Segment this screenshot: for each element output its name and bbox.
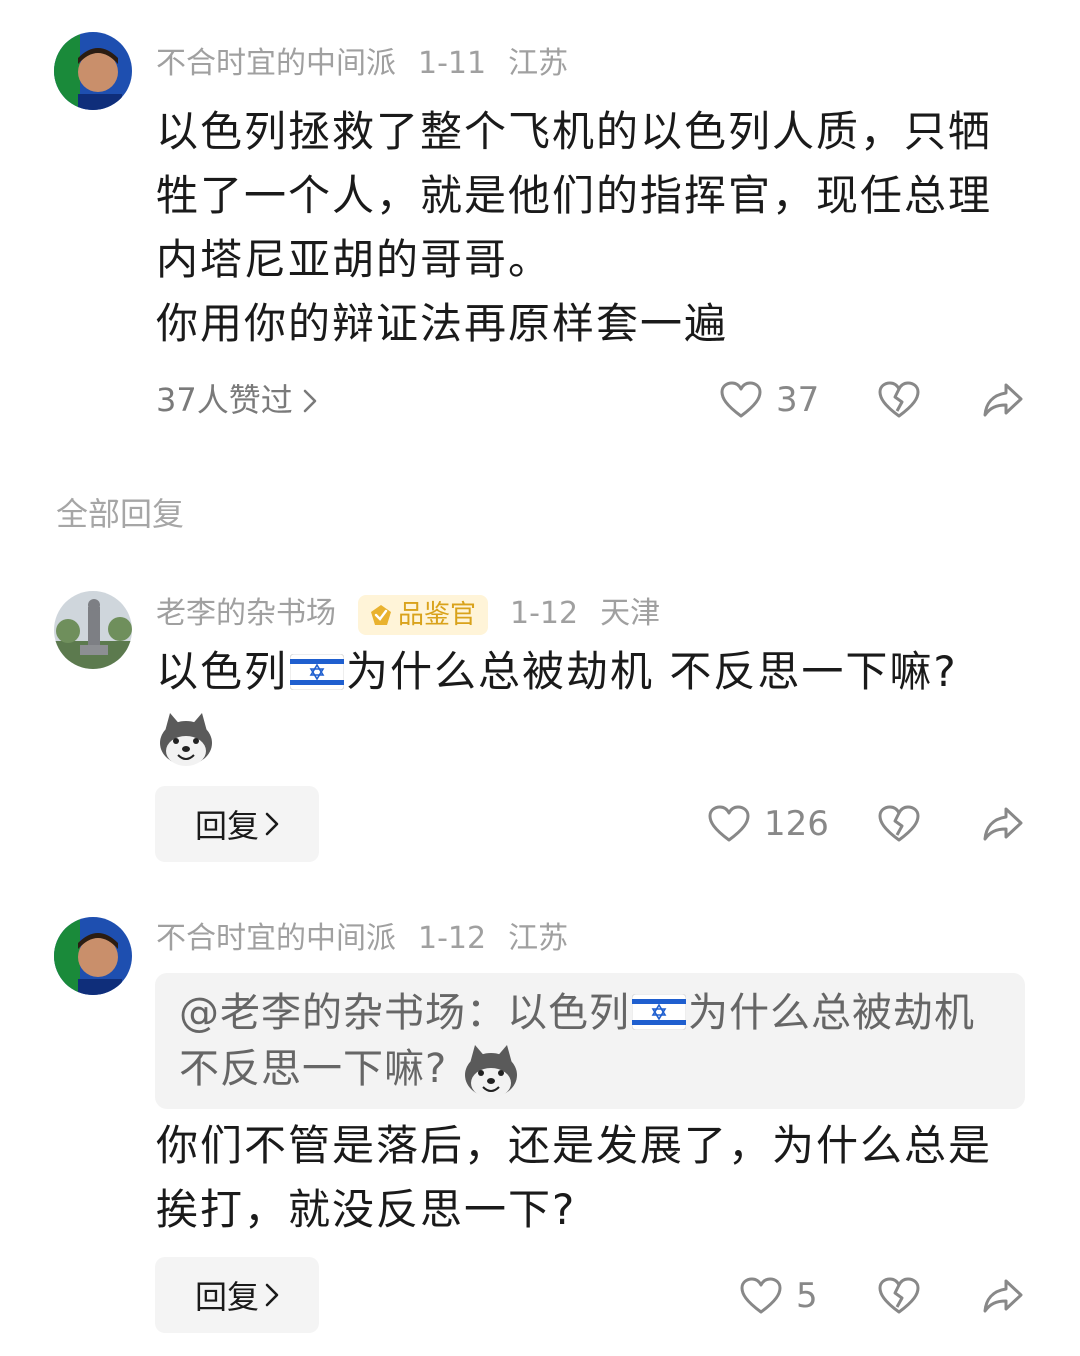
- reply-meta: 老李的杂书场 品鉴官 1-12 天津: [156, 594, 682, 635]
- comment-location: 天津: [600, 596, 661, 631]
- share-arrow-icon: [982, 1277, 1024, 1315]
- comment-text: 以色列拯救了整个飞机的以色列人质，只牺 牲了一个人，就是他们的指挥官，现任总理 …: [156, 100, 1016, 356]
- broken-heart-icon: [878, 805, 920, 843]
- reply-text-part: 为什么总被劫机 不反思一下嘛?: [346, 647, 958, 696]
- share-arrow-icon: [982, 381, 1024, 419]
- like-button[interactable]: 5: [740, 1274, 818, 1318]
- dislike-button[interactable]: [878, 1274, 920, 1318]
- broken-heart-icon: [878, 1277, 920, 1315]
- israel-flag-icon: [290, 654, 345, 690]
- share-button[interactable]: [982, 1274, 1024, 1318]
- likers-link[interactable]: 37人赞过: [156, 380, 317, 420]
- status-badge: 品鉴官: [358, 594, 489, 635]
- avatar[interactable]: [54, 32, 132, 110]
- share-arrow-icon: [982, 805, 1024, 843]
- reply-line: 你们不管是落后，还是发展了，为什么总是: [156, 1121, 993, 1170]
- like-count: 126: [764, 804, 829, 844]
- like-button[interactable]: 37: [720, 378, 819, 422]
- comment-date: 1-12: [418, 921, 487, 956]
- israel-flag-icon: [632, 994, 686, 1030]
- chevron-right-icon: [265, 812, 279, 836]
- comment-line: 牲了一个人，就是他们的指挥官，现任总理: [156, 171, 993, 220]
- section-title: 全部回复: [56, 495, 185, 533]
- comment-line: 内塔尼亚胡的哥哥。: [156, 235, 553, 284]
- reply-line: 挨打，就没反思一下?: [156, 1185, 577, 1234]
- badge-label: 品鉴官: [398, 599, 477, 630]
- avatar[interactable]: [54, 917, 132, 995]
- reply-text: 以色列 为什么总被劫机 不反思一下嘛?: [156, 640, 1016, 769]
- reply-text: 你们不管是落后，还是发展了，为什么总是 挨打，就没反思一下?: [156, 1114, 1016, 1242]
- comment-line: 以色列拯救了整个飞机的以色列人质，只牺: [156, 107, 993, 156]
- username[interactable]: 不合时宜的中间派: [156, 46, 396, 81]
- likers-text: 37人赞过: [156, 381, 293, 419]
- quote-text-part: @老李的杂书场：以色列: [179, 990, 630, 1036]
- reply-button-label: 回复: [194, 1278, 259, 1316]
- dislike-button[interactable]: [878, 802, 920, 846]
- username[interactable]: 老李的杂书场: [156, 596, 336, 631]
- like-count: 5: [796, 1276, 818, 1316]
- dislike-button[interactable]: [878, 378, 920, 422]
- reply-button-label: 回复: [194, 807, 259, 845]
- comment-meta: 不合时宜的中间派 1-11 江苏: [156, 44, 590, 84]
- quote-text-part: 为什么总被劫机: [688, 990, 975, 1036]
- reply-button[interactable]: 回复: [155, 1257, 319, 1333]
- avatar[interactable]: [54, 591, 132, 669]
- reply-meta: 不合时宜的中间派 1-12 江苏: [156, 919, 590, 959]
- wolf-emoji-icon: [464, 1045, 517, 1098]
- username[interactable]: 不合时宜的中间派: [156, 921, 396, 956]
- share-button[interactable]: [982, 802, 1024, 846]
- broken-heart-icon: [878, 381, 920, 419]
- quote-text-part: 不反思一下嘛?: [179, 1046, 448, 1092]
- heart-outline-icon: [720, 381, 762, 419]
- quoted-reply[interactable]: @老李的杂书场：以色列 为什么总被劫机 不反思一下嘛?: [155, 973, 1025, 1109]
- reply-text-part: 以色列: [156, 647, 289, 696]
- reply-button[interactable]: 回复: [155, 786, 319, 862]
- wolf-emoji-icon: [160, 712, 212, 766]
- comment-location: 江苏: [508, 921, 569, 956]
- like-count: 37: [776, 380, 820, 420]
- chevron-right-icon: [303, 381, 317, 419]
- heart-outline-icon: [740, 1277, 782, 1315]
- comment-location: 江苏: [508, 46, 569, 81]
- heart-outline-icon: [708, 805, 750, 843]
- badge-icon: [371, 604, 391, 625]
- like-button[interactable]: 126: [708, 802, 829, 846]
- comment-date: 1-12: [510, 596, 579, 631]
- comment-line: 你用你的辩证法再原样套一遍: [156, 299, 729, 348]
- comment-date: 1-11: [418, 46, 487, 81]
- chevron-right-icon: [265, 1283, 279, 1307]
- share-button[interactable]: [982, 378, 1024, 422]
